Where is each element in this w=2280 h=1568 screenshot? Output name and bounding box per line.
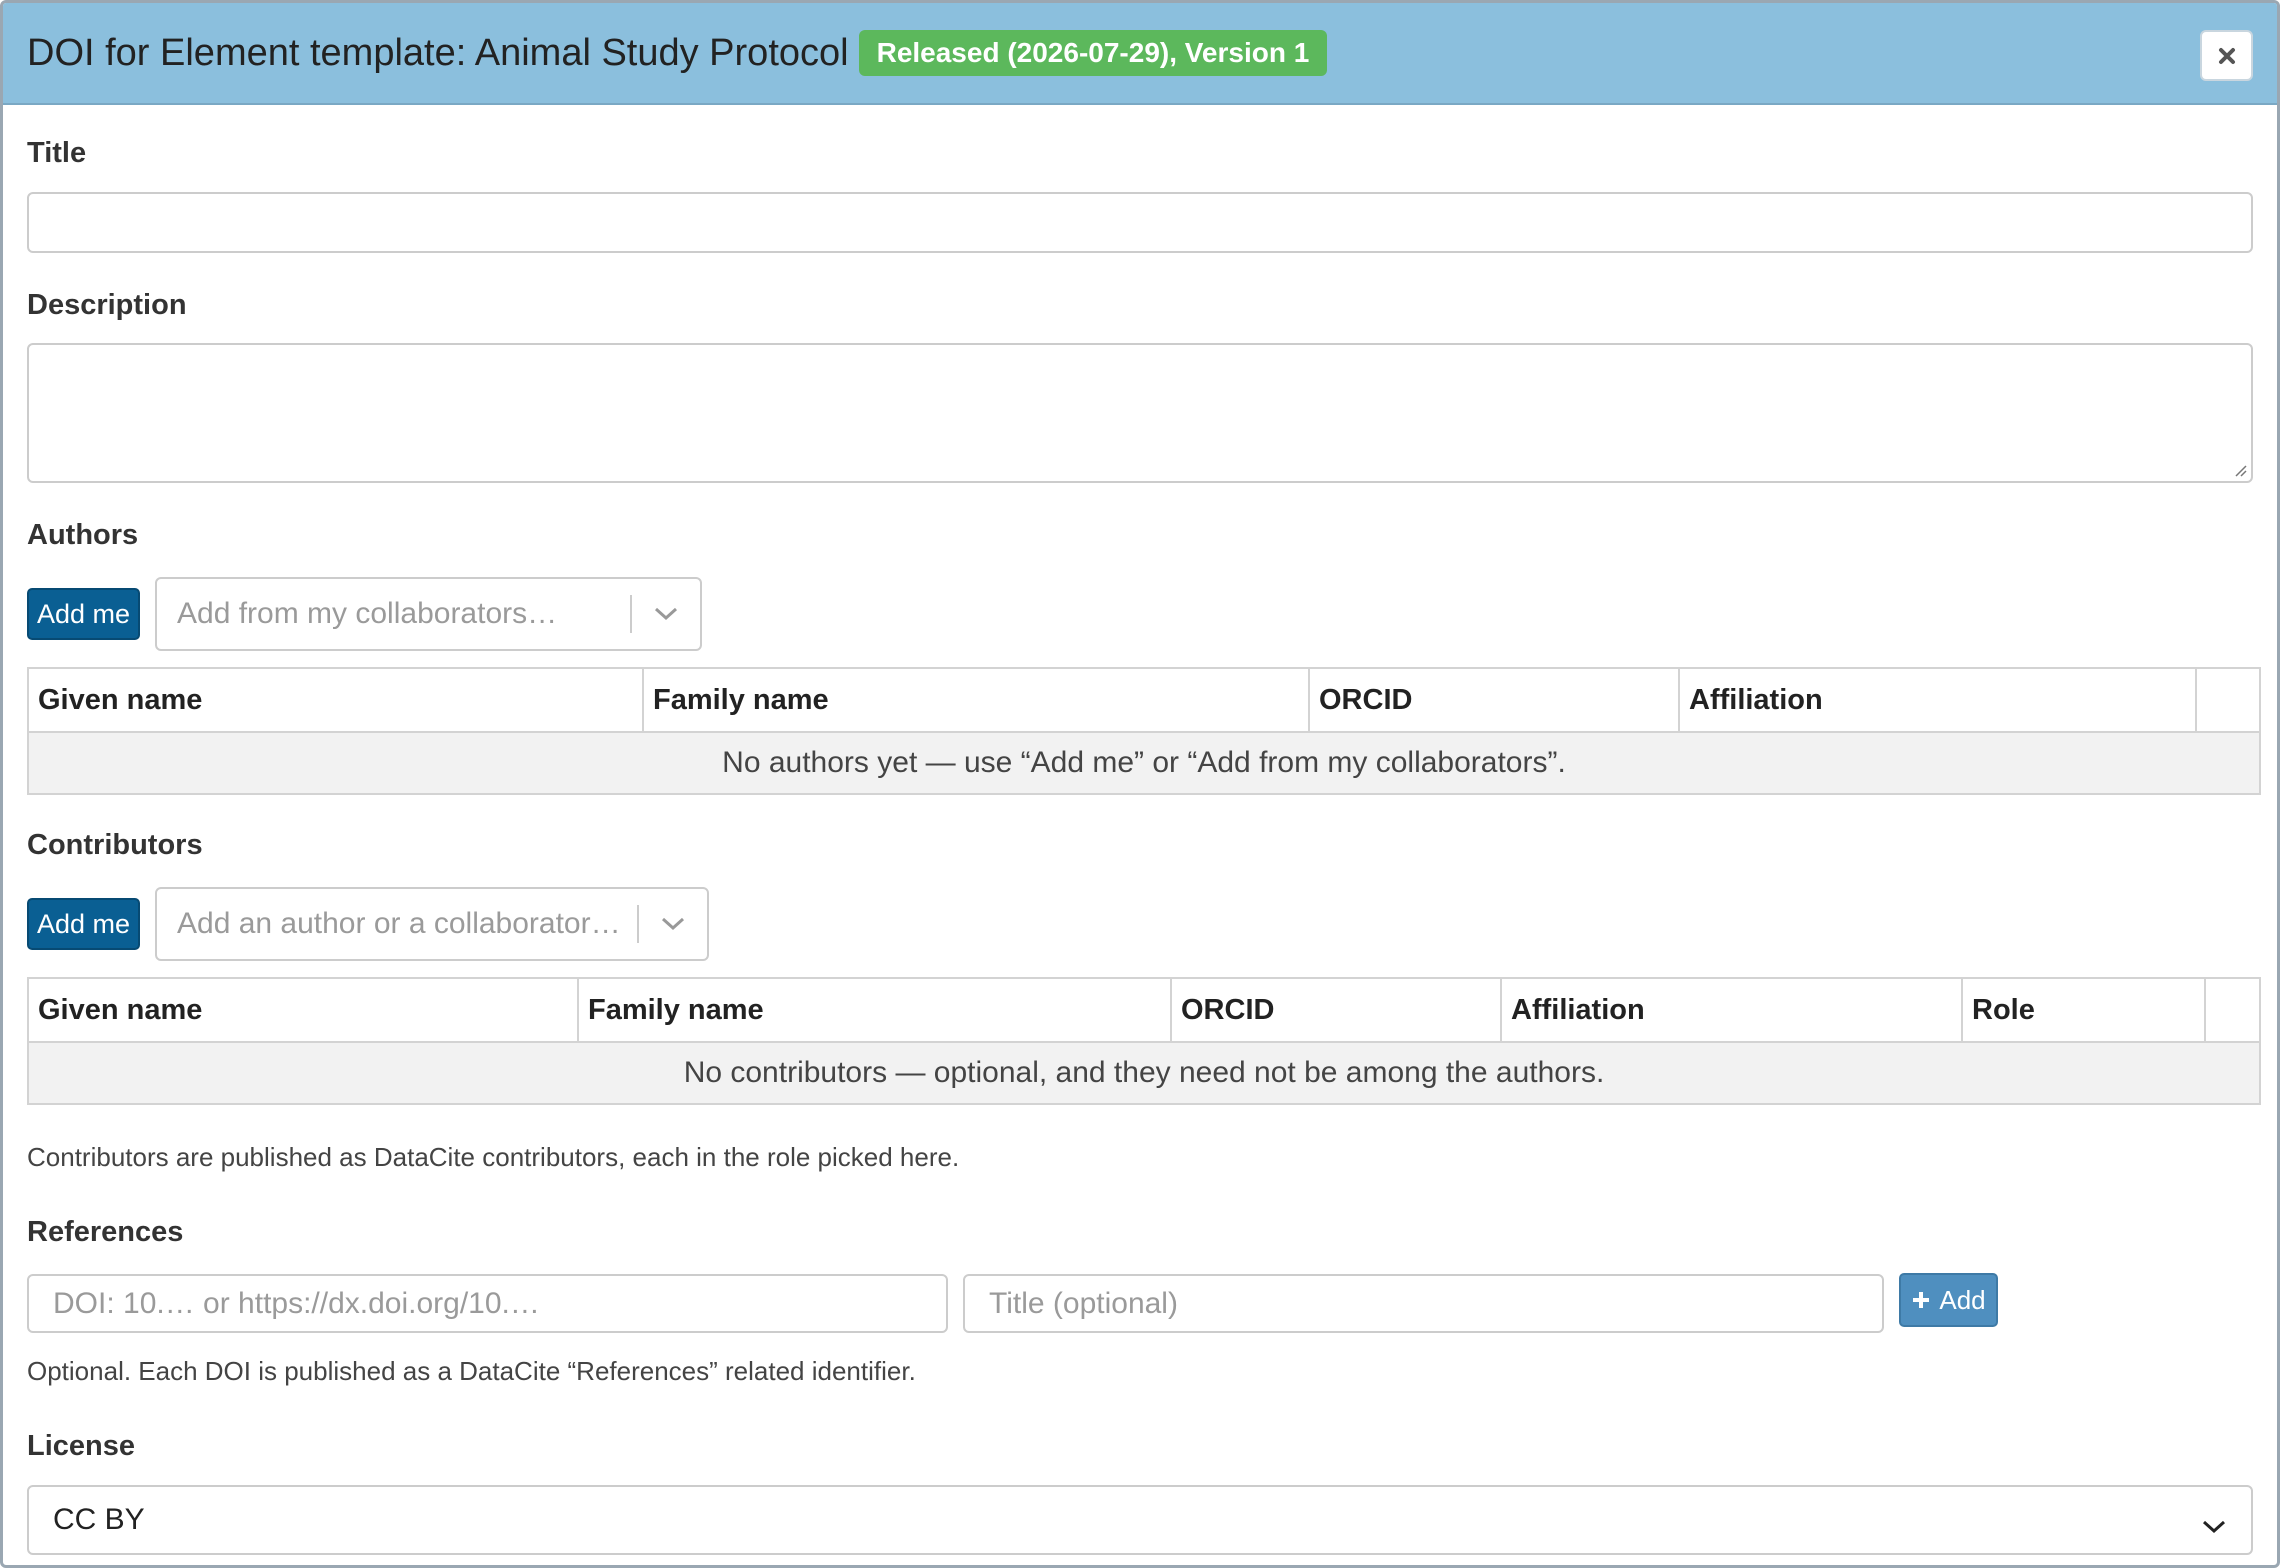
doi-dialog: DOI for Element template: Animal Study P… — [0, 0, 2280, 1568]
column-actions — [2204, 977, 2261, 1043]
reference-title-input[interactable]: Title (optional) — [963, 1274, 1884, 1333]
authors-label: Authors — [27, 519, 139, 551]
dialog-header: DOI for Element template: Animal Study P… — [3, 3, 2277, 105]
add-reference-button[interactable]: Add — [1899, 1273, 1998, 1327]
column-actions — [2195, 667, 2261, 733]
description-label: Description — [27, 289, 187, 321]
contributors-table: Given name Family name ORCID Affiliation… — [27, 977, 2261, 1105]
column-affiliation: Affiliation — [1678, 667, 2197, 733]
contributors-add-me-button[interactable]: Add me — [27, 898, 140, 950]
reference-doi-input[interactable]: DOI: 10.… or https://dx.doi.org/10.… — [27, 1274, 948, 1333]
table-row: No contributors — optional, and they nee… — [27, 1041, 2261, 1105]
contributors-empty-message: No contributors — optional, and they nee… — [27, 1041, 2261, 1105]
column-given-name: Given name — [27, 667, 644, 733]
references-label: References — [27, 1216, 184, 1248]
chevron-down-icon[interactable] — [639, 916, 707, 932]
column-given-name: Given name — [27, 977, 579, 1043]
license-selected-value: CC BY — [53, 1503, 145, 1536]
contributors-select[interactable]: Add an author or a collaborator… — [155, 887, 709, 961]
contributors-label: Contributors — [27, 829, 203, 861]
close-icon — [2218, 47, 2235, 64]
authors-collaborator-select[interactable]: Add from my collaborators… — [155, 577, 702, 651]
authors-table-header: Given name Family name ORCID Affiliation — [27, 667, 2261, 733]
license-label: License — [27, 1430, 135, 1462]
title-input[interactable] — [27, 192, 2253, 253]
license-select[interactable]: CC BY — [27, 1485, 2253, 1555]
plus-icon — [1913, 1292, 1930, 1308]
title-label: Title — [27, 137, 87, 169]
resize-grip-icon[interactable] — [2231, 461, 2247, 477]
column-orcid: ORCID — [1170, 977, 1502, 1043]
table-row: No authors yet — use “Add me” or “Add fr… — [27, 731, 2261, 795]
close-button[interactable] — [2200, 30, 2253, 81]
add-reference-label: Add — [1939, 1284, 1986, 1315]
authors-table: Given name Family name ORCID Affiliation… — [27, 667, 2261, 795]
description-textarea[interactable] — [27, 343, 2253, 483]
column-affiliation: Affiliation — [1500, 977, 1963, 1043]
authors-select-placeholder: Add from my collaborators… — [177, 597, 558, 630]
contributors-table-header: Given name Family name ORCID Affiliation… — [27, 977, 2261, 1043]
column-family-name: Family name — [577, 977, 1172, 1043]
authors-empty-message: No authors yet — use “Add me” or “Add fr… — [27, 731, 2261, 795]
release-status-badge: Released (2026-07-29), Version 1 — [858, 30, 1328, 76]
references-help-text: Optional. Each DOI is published as a Dat… — [27, 1356, 916, 1386]
column-orcid: ORCID — [1308, 667, 1680, 733]
dialog-title: DOI for Element template: Animal Study P… — [27, 31, 849, 74]
contributors-help-text: Contributors are published as DataCite c… — [27, 1142, 960, 1172]
contributors-select-placeholder: Add an author or a collaborator… — [177, 907, 621, 940]
authors-add-me-button[interactable]: Add me — [27, 588, 140, 640]
chevron-down-icon[interactable] — [2201, 1509, 2227, 1543]
column-role: Role — [1961, 977, 2206, 1043]
chevron-down-icon[interactable] — [632, 606, 700, 622]
column-family-name: Family name — [642, 667, 1310, 733]
